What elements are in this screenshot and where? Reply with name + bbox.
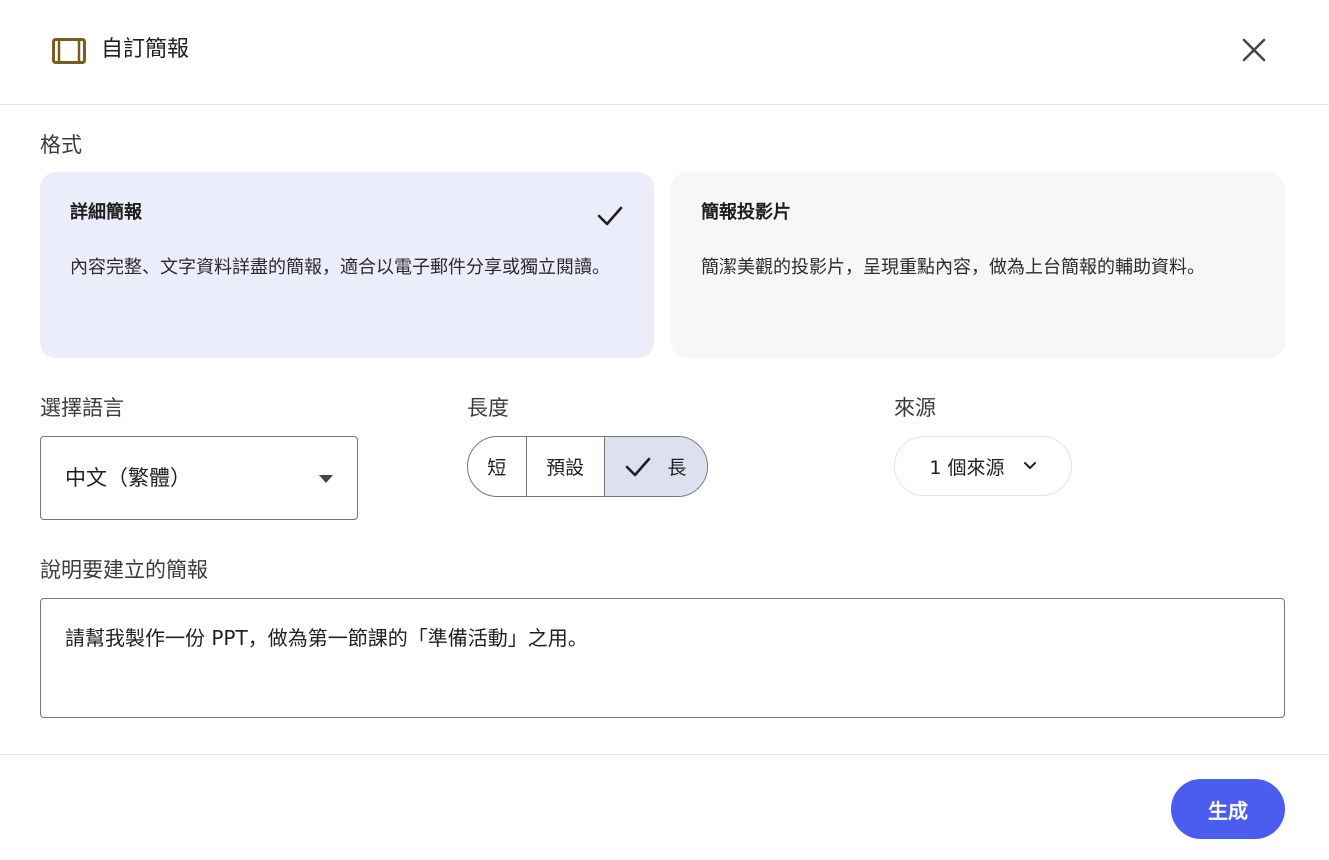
length-segmented-control: 短 預設 長 <box>467 436 708 497</box>
prompt-field: 請幫我製作一份 PPT，做為第一節課的「準備活動」之用。 <box>40 598 1285 718</box>
caret-down-icon <box>319 475 333 483</box>
language-label: 選擇語言 <box>40 396 124 420</box>
format-label: 格式 <box>40 133 82 157</box>
close-icon <box>1242 38 1266 62</box>
source-value: 1 個來源 <box>929 456 1005 479</box>
dialog-title: 自訂簡報 <box>101 37 190 62</box>
length-option-label: 短 <box>487 457 507 479</box>
source-label: 來源 <box>894 396 936 420</box>
custom-presentation-dialog: 自訂簡報 格式 詳細簡報 內容完整、文字資料詳盡的簡報，適合以電子郵件分享或獨立… <box>0 0 1329 860</box>
format-option-description: 簡潔美觀的投影片，呈現重點內容，做為上台簡報的輔助資料。 <box>701 257 1205 278</box>
close-button[interactable] <box>1232 28 1276 72</box>
source-dropdown-button[interactable]: 1 個來源 <box>894 436 1072 496</box>
language-value: 中文（繁體） <box>65 466 191 490</box>
length-option-label: 長 <box>667 457 687 479</box>
dialog-header: 自訂簡報 <box>0 0 1329 105</box>
check-icon <box>626 457 651 476</box>
prompt-textarea[interactable]: 請幫我製作一份 PPT，做為第一節課的「準備活動」之用。 <box>41 599 1284 717</box>
length-option-long[interactable]: 長 <box>603 437 707 496</box>
length-label: 長度 <box>467 396 509 420</box>
check-icon <box>597 206 623 226</box>
chevron-down-icon <box>1023 462 1036 469</box>
format-option-description: 內容完整、文字資料詳盡的簡報，適合以電子郵件分享或獨立閱讀。 <box>70 257 610 278</box>
format-option-slides[interactable]: 簡報投影片 簡潔美觀的投影片，呈現重點內容，做為上台簡報的輔助資料。 <box>671 172 1285 358</box>
format-option-title: 詳細簡報 <box>70 202 142 223</box>
generate-button[interactable]: 生成 <box>1171 779 1285 839</box>
language-select[interactable]: 中文（繁體） <box>40 436 358 520</box>
length-option-label: 預設 <box>546 457 585 479</box>
length-option-default[interactable]: 預設 <box>525 437 604 496</box>
format-option-title: 簡報投影片 <box>701 202 791 223</box>
prompt-label: 說明要建立的簡報 <box>40 558 208 582</box>
format-option-detailed[interactable]: 詳細簡報 內容完整、文字資料詳盡的簡報，適合以電子郵件分享或獨立閱讀。 <box>40 172 654 358</box>
footer-divider <box>0 754 1329 755</box>
slides-icon <box>52 38 86 64</box>
length-option-short[interactable]: 短 <box>468 437 526 496</box>
